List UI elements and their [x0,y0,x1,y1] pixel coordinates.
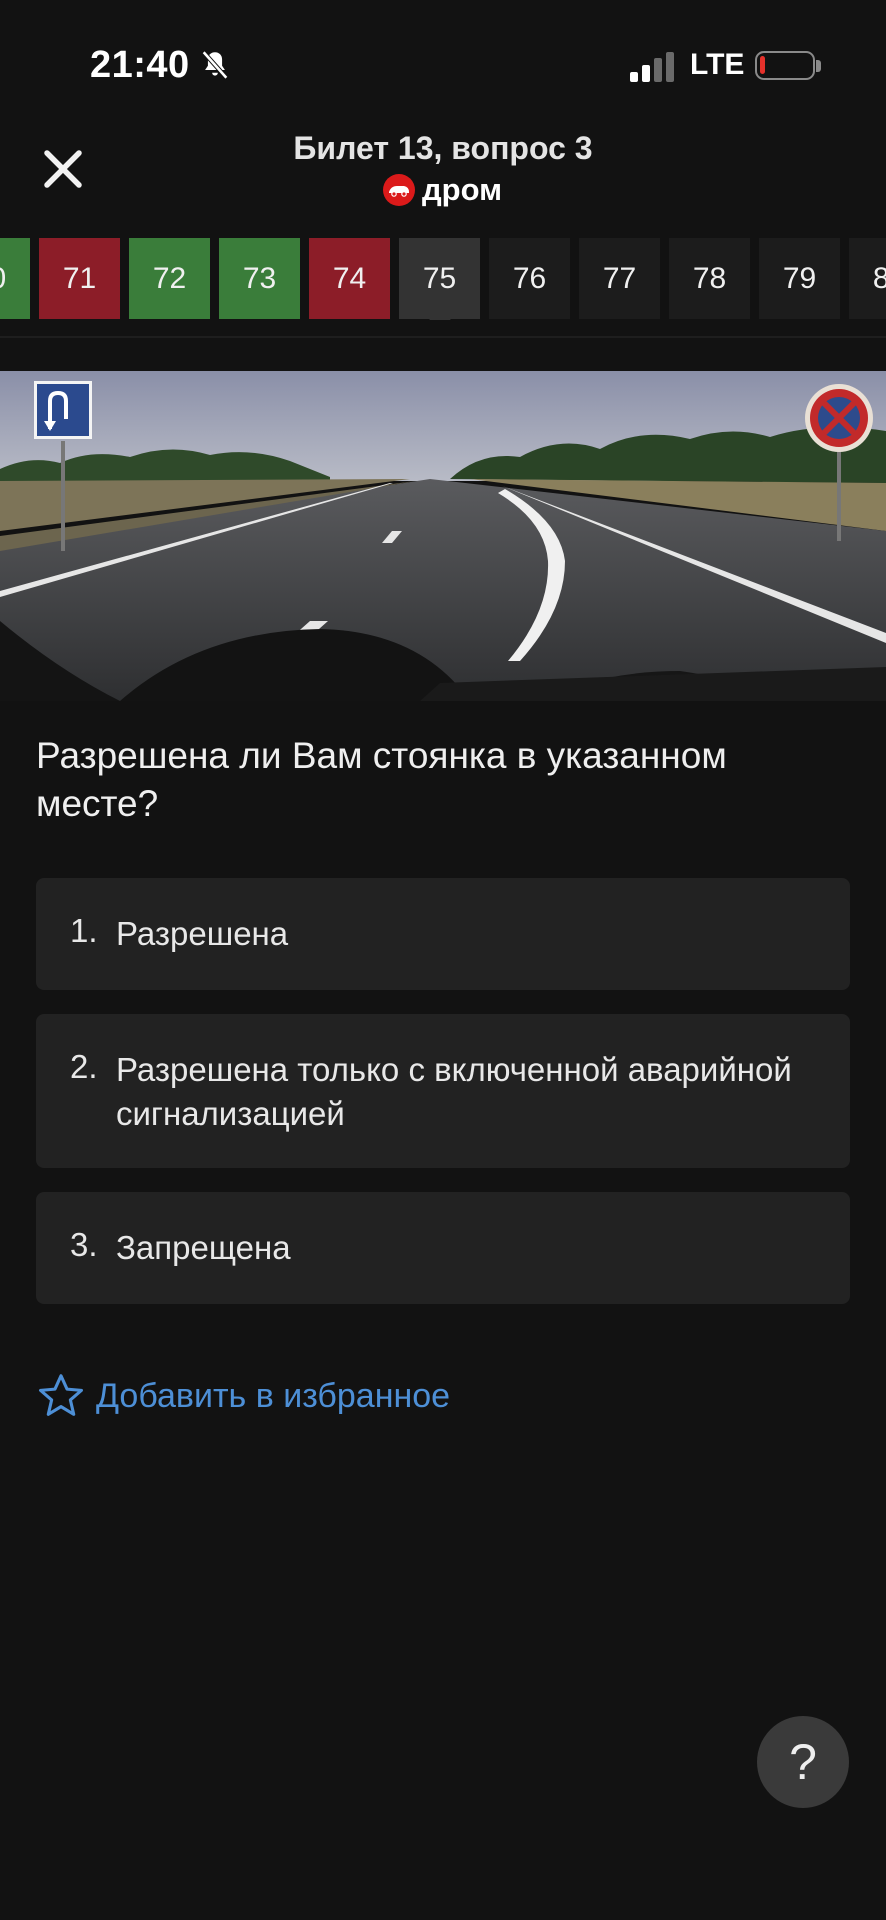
answer-text: Разрешена только с включенной аварийной … [116,1051,792,1132]
question-number-70[interactable]: 70 [0,238,30,319]
question-number-78[interactable]: 78 [669,238,750,319]
page-title: Билет 13, вопрос 3 [293,130,593,166]
question-number-80[interactable]: 80 [849,238,886,319]
answer-number: 3. [70,1226,98,1263]
question-image [0,371,886,701]
question-number-74[interactable]: 74 [309,238,390,319]
battery-level [760,56,765,74]
battery-cap [816,60,821,72]
star-outline-icon [39,1374,83,1416]
app-screen: 21:40 LTE Билет 13, вопрос 3 дром 71 72 … [0,0,886,1920]
answer-text: Запрещена [116,1229,291,1266]
question-strip-track: 7071727374757677787980 [0,238,886,320]
answer-number: 2. [70,1048,98,1085]
status-time: 21:40 [90,44,190,86]
question-number-76[interactable]: 76 [489,238,570,319]
favorites-label: Добавить в избранное [96,1376,451,1415]
brand: дром [383,170,502,210]
brand-name: дром [422,172,503,207]
question-number-71[interactable]: 71 [39,238,120,319]
drom-logo-icon [383,174,415,206]
divider [0,336,886,338]
question-number-72[interactable]: 72 [129,238,210,319]
help-button[interactable]: ? [757,1716,849,1808]
answer-option-1[interactable]: 1. Разрешена [36,878,850,990]
signal-icon [630,52,674,82]
question-number-75[interactable]: 75 [399,238,480,320]
question-strip[interactable]: 7071727374757677787980 [0,238,886,320]
bell-slash-icon [201,50,229,80]
network-type: LTE [690,48,745,81]
question-number-77[interactable]: 77 [579,238,660,319]
battery-icon [755,51,815,80]
status-bar: 21:40 LTE [0,0,886,130]
question-text: Разрешена ли Вам стоянка в указанном мес… [36,735,727,824]
answer-number: 1. [70,912,98,949]
help-icon: ? [789,1734,817,1790]
question-number-73[interactable]: 73 [219,238,300,319]
answer-text: Разрешена [116,915,289,952]
answer-option-3[interactable]: 3. Запрещена [36,1192,850,1304]
add-to-favorites-button[interactable]: Добавить в избранное [36,1372,450,1420]
question-number-79[interactable]: 79 [759,238,840,319]
answer-option-2[interactable]: 2. Разрешена только с включенной аварийн… [36,1014,850,1168]
